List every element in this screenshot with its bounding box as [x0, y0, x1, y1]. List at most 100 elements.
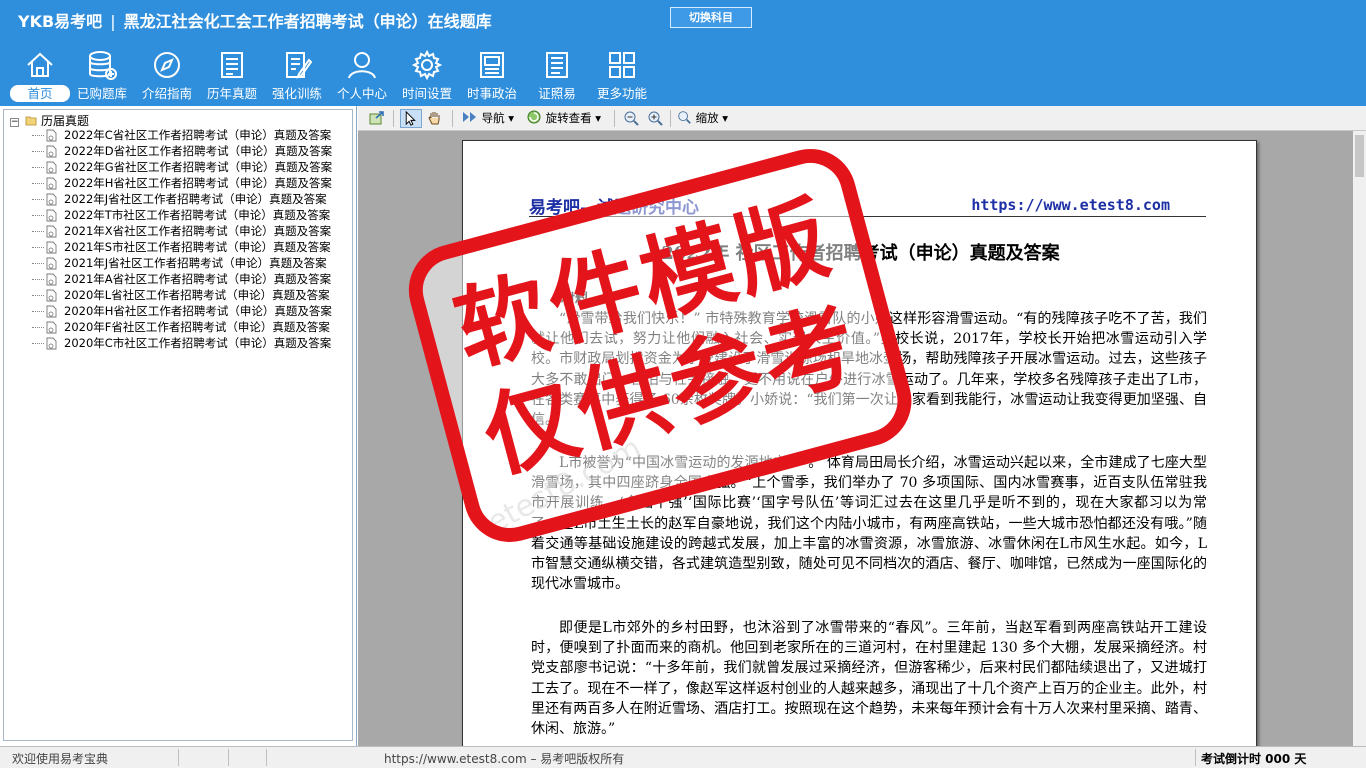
tree-item[interactable]: 2022年J省社区工作者招聘考试（申论）真题及答案	[32, 191, 332, 207]
tree-item[interactable]: 2021年A省社区工作者招聘考试（申论）真题及答案	[32, 271, 332, 287]
tree-root[interactable]: − 历届真题	[10, 112, 89, 128]
scrollbar-thumb[interactable]	[1355, 135, 1364, 177]
status-welcome: 欢迎使用易考宝典	[12, 752, 109, 766]
toolbar-separator	[670, 110, 671, 127]
tree-connector	[32, 279, 44, 280]
nav-item-time-settings[interactable]: 时间设置	[395, 48, 459, 104]
vertical-scrollbar[interactable]	[1353, 131, 1366, 746]
tree-connector	[32, 295, 44, 296]
nav-label-current-affairs: 时事政治	[466, 86, 517, 101]
tree-item[interactable]: 2020年C市社区工作者招聘考试（申论）真题及答案	[32, 335, 332, 351]
exam-countdown: 考试倒计时 000 天	[1201, 752, 1307, 766]
document-file-icon	[46, 289, 57, 302]
certificate-icon	[546, 52, 568, 78]
status-divider	[266, 749, 267, 766]
tree-item[interactable]: 2022年C省社区工作者招聘考试（申论）真题及答案	[32, 127, 332, 143]
tree-item-label: 2022年G省社区工作者招聘考试（申论）真题及答案	[64, 160, 333, 174]
hand-tool-button[interactable]	[426, 109, 444, 128]
zoom-out-icon	[624, 111, 639, 126]
zoom-in-button[interactable]	[646, 109, 664, 128]
collapse-toggle-icon[interactable]: −	[10, 118, 19, 127]
gear-icon	[411, 49, 443, 81]
zoom-in-icon	[648, 111, 663, 126]
export-button[interactable]	[368, 109, 386, 128]
nav-label-guide: 介绍指南	[141, 86, 192, 101]
zoom-menu-button[interactable]: 缩放 ▾	[676, 109, 728, 128]
document-file-icon	[46, 337, 57, 350]
tree-item[interactable]: 2021年J省社区工作者招聘考试（申论）真题及答案	[32, 255, 332, 271]
nav-item-past-exams[interactable]: 历年真题	[200, 48, 264, 104]
switch-subject-button[interactable]: 切换科目	[670, 7, 752, 28]
tree-item-label: 2021年X省社区工作者招聘考试（申论）真题及答案	[64, 224, 332, 238]
rotate-label: 旋转查看	[545, 111, 592, 125]
status-divider	[178, 749, 179, 766]
tree-item-label: 2022年D省社区工作者招聘考试（申论）真题及答案	[64, 144, 333, 158]
tree-item-label: 2020年L省社区工作者招聘考试（申论）真题及答案	[64, 288, 330, 302]
tree-connector	[32, 327, 44, 328]
nav-item-guide[interactable]: 介绍指南	[135, 48, 199, 104]
tree-item[interactable]: 2020年H省社区工作者招聘考试（申论）真题及答案	[32, 303, 332, 319]
home-icon	[27, 52, 53, 77]
tree-connector	[32, 231, 44, 232]
nav-item-purchased[interactable]: 已购题库	[70, 48, 134, 104]
toolbar-separator	[614, 110, 615, 127]
header-bar: YKB易考吧 | 黑龙江社会化工会工作者招聘考试（申论）在线题库 切换科目 首页 已…	[0, 0, 1366, 106]
navigation-label: 导航	[481, 111, 505, 125]
nav-item-more[interactable]: 更多功能	[590, 48, 654, 104]
document-file-icon	[46, 177, 57, 190]
zoom-out-button[interactable]	[622, 109, 640, 128]
rotate-menu-button[interactable]: 旋转查看 ▾	[526, 109, 601, 128]
hand-icon	[428, 112, 440, 125]
nav-label-personal: 个人中心	[336, 86, 387, 101]
nav-item-personal[interactable]: 个人中心	[330, 48, 394, 104]
tree-item-label: 2020年H省社区工作者招聘考试（申论）真题及答案	[64, 304, 332, 318]
nav-label-more: 更多功能	[596, 86, 647, 101]
document-file-icon	[46, 257, 57, 270]
nav-item-current-affairs[interactable]: 时事政治	[460, 48, 524, 104]
nav-item-training[interactable]: 强化训练	[265, 48, 329, 104]
tree-item[interactable]: 2020年F省社区工作者招聘考试（申论）真题及答案	[32, 319, 332, 335]
document-file-icon	[46, 305, 57, 318]
nav-label-time-settings: 时间设置	[401, 86, 452, 101]
user-icon	[348, 52, 376, 79]
app-title-text: 黑龙江社会化工会工作者招聘考试（申论）在线题库	[123, 12, 492, 31]
tree-connector	[32, 135, 44, 136]
tree-list: 2022年C省社区工作者招聘考试（申论）真题及答案 2022年D省社区工作者招聘考…	[32, 127, 332, 351]
tree-connector	[32, 343, 44, 344]
tree-connector	[32, 311, 44, 312]
tree-item-label: 2021年S市社区工作者招聘考试（申论）真题及答案	[64, 240, 331, 254]
app-logo: YKB易考吧	[18, 12, 103, 31]
nav-item-home[interactable]: 首页	[8, 48, 72, 104]
viewer-toolbar: 导航 ▾ 旋转查看 ▾ 缩放 ▾	[358, 106, 1366, 131]
document-file-icon	[46, 129, 57, 142]
nav-item-certificate[interactable]: 证照易	[525, 48, 589, 104]
select-tool-button[interactable]	[400, 109, 422, 128]
navigation-menu-button[interactable]: 导航 ▾	[462, 109, 514, 128]
tree-item[interactable]: 2021年X省社区工作者招聘考试（申论）真题及答案	[32, 223, 332, 239]
tree-item[interactable]: 2022年H省社区工作者招聘考试（申论）真题及答案	[32, 175, 332, 191]
status-divider	[1195, 749, 1196, 766]
app-window: YKB易考吧 | 黑龙江社会化工会工作者招聘考试（申论）在线题库 切换科目 首页 已…	[0, 0, 1366, 768]
document-paragraph: 即便是L市郊外的乡村田野，也沐浴到了冰雪带来的“春风”。三年前，当赵军看到两座高…	[531, 620, 1207, 738]
tree-item[interactable]: 2022年G省社区工作者招聘考试（申论）真题及答案	[32, 159, 332, 175]
edit-icon	[286, 52, 313, 79]
cursor-arrow-icon	[405, 110, 416, 126]
tree-connector	[32, 215, 44, 216]
tree-item-label: 2022年C省社区工作者招聘考试（申论）真题及答案	[64, 128, 332, 142]
zoom-icon	[678, 111, 691, 124]
tree-item[interactable]: 2022年D省社区工作者招聘考试（申论）真题及答案	[32, 143, 332, 159]
document-file-icon	[46, 145, 57, 158]
export-icon	[369, 111, 384, 125]
document-file-icon	[46, 241, 57, 254]
tree-connector	[32, 247, 44, 248]
status-bar: 欢迎使用易考宝典 https://www.etest8.com – 易考吧版权所…	[0, 746, 1366, 768]
tree-item[interactable]: 2021年S市社区工作者招聘考试（申论）真题及答案	[32, 239, 332, 255]
document-file-icon	[46, 273, 57, 286]
rotate-icon	[527, 110, 541, 124]
nav-label-training: 强化训练	[271, 86, 322, 101]
tree-item-label: 2021年A省社区工作者招聘考试（申论）真题及答案	[64, 272, 332, 286]
tree-item[interactable]: 2022年T市社区工作者招聘考试（申论）真题及答案	[32, 207, 332, 223]
database-icon	[89, 51, 117, 80]
tree-item[interactable]: 2020年L省社区工作者招聘考试（申论）真题及答案	[32, 287, 332, 303]
nav-label-certificate: 证照易	[538, 86, 576, 101]
